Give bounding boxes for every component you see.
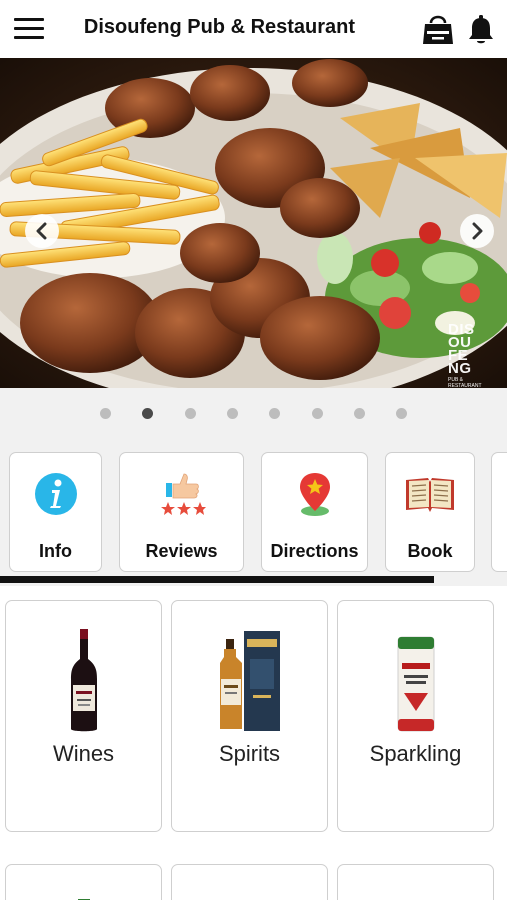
slider-pagination [0, 388, 507, 438]
info-label: Info [39, 541, 72, 561]
shopping-bag-icon[interactable] [420, 11, 456, 47]
bottle-icon [406, 885, 426, 900]
chevron-right-icon [472, 222, 483, 240]
sparkling-can-icon [397, 636, 434, 732]
category-sparkling[interactable]: Sparkling [337, 600, 494, 832]
app-header: Disoufeng Pub & Restaurant [0, 0, 507, 58]
horizontal-scroll-indicator[interactable] [0, 576, 434, 583]
food-platter-image [0, 58, 507, 388]
open-book-icon [406, 478, 454, 512]
directions-button[interactable]: Directions [261, 452, 368, 572]
info-button[interactable]: Info [9, 452, 102, 572]
pagination-dot[interactable] [142, 408, 154, 419]
book-label: Book [407, 541, 453, 561]
image-slider[interactable]: DIS OU FE NG PUB & RESTAURANT [0, 58, 507, 388]
bottle-icon [77, 899, 90, 900]
wine-bottle-icon [70, 629, 97, 732]
category-sparkling-label: Sparkling [369, 741, 462, 766]
reviews-label: Reviews [145, 541, 218, 561]
category-spirits-label: Spirits [218, 741, 281, 766]
category-wines-label: Wines [52, 741, 115, 766]
bottle-icon [240, 885, 260, 900]
pagination-dot[interactable] [353, 408, 365, 419]
map-pin-icon [299, 473, 330, 516]
category-tile[interactable] [337, 864, 494, 900]
page-title: Disoufeng Pub & Restaurant [83, 16, 356, 38]
pagination-dot[interactable] [226, 408, 238, 419]
category-spirits[interactable]: Spirits [171, 600, 328, 832]
directions-label: Directions [270, 541, 359, 561]
category-wines[interactable]: Wines [5, 600, 162, 832]
restaurant-logo: DIS OU FE NG PUB & RESTAURANT [448, 321, 482, 388]
quick-actions-bar: Info Reviews Directions Book [0, 438, 507, 586]
category-tile[interactable] [171, 864, 328, 900]
category-tile[interactable] [5, 864, 162, 900]
more-action-button[interactable] [491, 452, 507, 572]
chevron-left-icon [36, 222, 47, 240]
pagination-dot[interactable] [311, 408, 323, 419]
info-icon [34, 473, 77, 515]
category-grid: Wines Spirits Sparkling [0, 586, 507, 900]
slider-prev-button[interactable] [25, 214, 59, 248]
pagination-dot[interactable] [184, 408, 196, 419]
thumbs-up-stars-icon [160, 473, 206, 515]
slider-next-button[interactable] [460, 214, 494, 248]
pagination-dot[interactable] [396, 408, 408, 419]
pagination-dot[interactable] [269, 408, 281, 419]
bell-icon[interactable] [466, 13, 496, 45]
book-button[interactable]: Book [385, 452, 475, 572]
whisky-bottle-icon [219, 631, 280, 731]
hamburger-menu-icon[interactable] [14, 16, 44, 42]
pagination-dot[interactable] [100, 408, 111, 419]
reviews-button[interactable]: Reviews [119, 452, 244, 572]
